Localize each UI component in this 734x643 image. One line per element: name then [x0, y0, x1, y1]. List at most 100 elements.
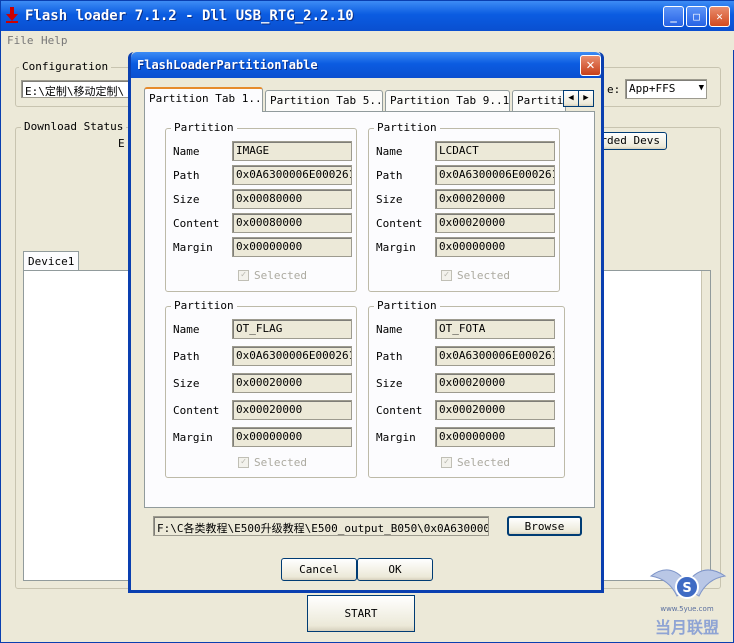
partition-content-field[interactable]: 0x00020000 — [435, 400, 555, 420]
main-title: Flash loader 7.1.2 - Dll USB_RTG_2.2.10 — [25, 8, 354, 24]
minimize-icon: _ — [670, 10, 677, 23]
watermark-brand: 当月联盟 — [655, 618, 719, 637]
configuration-label: Configuration — [19, 60, 112, 73]
partition-name-field[interactable]: IMAGE — [232, 141, 352, 161]
partition-content-field[interactable]: 0x00020000 — [232, 400, 352, 420]
browse-button[interactable]: Browse — [507, 516, 582, 536]
menu-help[interactable]: Help — [41, 34, 68, 47]
mode-select-value: App+FFS — [629, 82, 676, 95]
partition-margin-label: Margin — [376, 431, 416, 444]
ok-button[interactable]: OK — [357, 558, 433, 581]
chevron-down-icon: ▼ — [698, 83, 704, 93]
minimize-button[interactable]: _ — [663, 6, 684, 27]
partition-size-field[interactable]: 0x00020000 — [232, 373, 352, 393]
partition-margin-field[interactable]: 0x00000000 — [435, 237, 555, 257]
partition-size-label: Size — [173, 377, 200, 390]
partition-selected-checkbox[interactable]: ✓ — [441, 457, 452, 468]
tab-scroll-right-button[interactable]: ▶ — [578, 90, 594, 107]
svg-text:S: S — [682, 581, 691, 596]
tab-partition-5-8[interactable]: Partition Tab 5..8 — [265, 90, 383, 111]
partition-size-label: Size — [173, 193, 200, 206]
partition-selected-checkbox[interactable]: ✓ — [441, 270, 452, 281]
close-icon: ✕ — [716, 10, 723, 23]
partition-group-4: Partition Name OT_FOTA Path 0x0A6300006E0002… — [368, 299, 565, 478]
arrow-right-icon: ▶ — [583, 93, 589, 103]
partition-name-field[interactable]: LCDACT — [435, 141, 555, 161]
tab-partition-1-4[interactable]: Partition Tab 1..4 — [144, 87, 263, 112]
dialog-close-button[interactable]: ✕ — [580, 55, 601, 76]
partition-margin-label: Margin — [376, 241, 416, 254]
partition-margin-field[interactable]: 0x00000000 — [232, 237, 352, 257]
tab-scroll-left-button[interactable]: ◀ — [563, 90, 579, 107]
partition-name-label: Name — [173, 323, 200, 336]
maximize-icon: □ — [693, 10, 700, 23]
partition-path-label: Path — [376, 350, 403, 363]
download-status-label: Download Status — [21, 120, 127, 133]
partition-name-label: Name — [173, 145, 200, 158]
partition-size-field[interactable]: 0x00020000 — [435, 373, 555, 393]
partition-selected-checkbox[interactable]: ✓ — [238, 457, 249, 468]
close-button[interactable]: ✕ — [709, 6, 730, 27]
mode-select[interactable]: App+FFS ▼ — [625, 79, 707, 99]
partition-size-label: Size — [376, 377, 403, 390]
partition-path-field[interactable]: 0x0A6300006E000261. — [435, 346, 555, 366]
partition-name-label: Name — [376, 145, 403, 158]
menu-file[interactable]: File — [7, 34, 34, 47]
partition-margin-label: Margin — [173, 241, 213, 254]
tab-partition-more[interactable]: Partiti — [512, 90, 566, 111]
partition-content-label: Content — [173, 404, 219, 417]
dialog-title-bar[interactable]: FlashLoaderPartitionTable ✕ — [131, 52, 601, 78]
partition-selected-label: Selected — [457, 269, 510, 282]
device1-tab[interactable]: Device1 — [23, 251, 79, 271]
partition-name-field[interactable]: OT_FLAG — [232, 319, 352, 339]
partition-content-label: Content — [173, 217, 219, 230]
partition-name-field[interactable]: OT_FOTA — [435, 319, 555, 339]
partition-path-label: Path — [173, 169, 200, 182]
partition-content-field[interactable]: 0x00020000 — [435, 213, 555, 233]
partition-path-field[interactable]: 0x0A6300006E000261. — [232, 165, 352, 185]
maximize-button[interactable]: □ — [686, 6, 707, 27]
partition-selected-checkbox[interactable]: ✓ — [238, 270, 249, 281]
watermark-site: www.5yue.com — [660, 605, 713, 613]
menu-bar: File Help — [1, 31, 734, 50]
configuration-path-field[interactable]: E:\定制\移动定制\ — [21, 80, 131, 98]
partition-group-3: Partition Name OT_FLAG Path 0x0A6300006E0002… — [165, 299, 357, 478]
partition-margin-label: Margin — [173, 431, 213, 444]
partition-name-label: Name — [376, 323, 403, 336]
partition-selected-label: Selected — [457, 456, 510, 469]
file-path-field[interactable]: F:\C各类教程\E500升级教程\E500_output_B050\0x0A6… — [153, 516, 489, 536]
partition-size-field[interactable]: 0x00080000 — [232, 189, 352, 209]
arrow-left-icon: ◀ — [568, 93, 574, 103]
partition-size-label: Size — [376, 193, 403, 206]
partition-path-label: Path — [376, 169, 403, 182]
brand-watermark-logo: S www.5yue.com 当月联盟 — [649, 569, 727, 637]
partition-size-field[interactable]: 0x00020000 — [435, 189, 555, 209]
partition-table-dialog: FlashLoaderPartitionTable ✕ Partition Ta… — [128, 52, 604, 593]
partition-content-field[interactable]: 0x00080000 — [232, 213, 352, 233]
partition-group-2: Partition Name LCDACT Path 0x0A6300006E00026… — [368, 121, 560, 292]
tab-partition-9-12[interactable]: Partition Tab 9..12 — [385, 90, 510, 111]
download-status-partial-text: E — [118, 137, 125, 150]
partition-path-field[interactable]: 0x0A6300006E000261. — [232, 346, 352, 366]
device-panel-scrollbar[interactable] — [701, 271, 710, 571]
partition-margin-field[interactable]: 0x00000000 — [435, 427, 555, 447]
start-button[interactable]: START — [307, 595, 415, 632]
mode-label: e: — [607, 83, 621, 96]
partition-selected-label: Selected — [254, 269, 307, 282]
close-icon: ✕ — [586, 57, 595, 73]
partition-group-label: Partition — [171, 121, 237, 134]
flash-loader-icon — [6, 7, 18, 23]
partition-path-label: Path — [173, 350, 200, 363]
partition-content-label: Content — [376, 217, 422, 230]
partition-group-label: Partition — [374, 299, 440, 312]
partition-group-label: Partition — [374, 121, 440, 134]
partition-margin-field[interactable]: 0x00000000 — [232, 427, 352, 447]
cancel-button[interactable]: Cancel — [281, 558, 357, 581]
partition-content-label: Content — [376, 404, 422, 417]
main-title-bar[interactable]: Flash loader 7.1.2 - Dll USB_RTG_2.2.10 … — [1, 1, 734, 31]
dialog-title: FlashLoaderPartitionTable — [137, 58, 318, 72]
partition-selected-label: Selected — [254, 456, 307, 469]
partition-group-label: Partition — [171, 299, 237, 312]
partition-group-1: Partition Name IMAGE Path 0x0A6300006E000261… — [165, 121, 357, 292]
partition-path-field[interactable]: 0x0A6300006E000261. — [435, 165, 555, 185]
